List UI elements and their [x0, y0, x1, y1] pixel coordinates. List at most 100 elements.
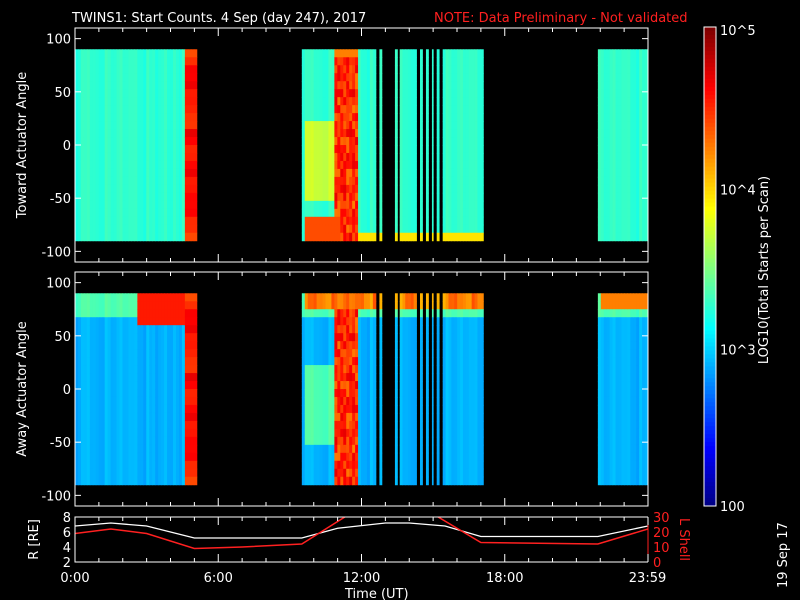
heatmap-cell: [155, 232, 159, 242]
heatmap-cell: [358, 404, 362, 414]
heatmap-cell: [149, 105, 153, 114]
heatmap-cell: [480, 381, 484, 390]
heatmap-cell: [334, 97, 338, 106]
heatmap-cell: [480, 57, 484, 66]
heatmap-cell: [190, 168, 195, 178]
heatmap-cell: [340, 341, 344, 350]
heatmap-cell: [119, 428, 124, 438]
heatmap-cell: [346, 420, 350, 430]
heatmap-cell: [372, 373, 377, 382]
heatmap-cell: [363, 349, 368, 358]
heatmap-cell: [425, 160, 429, 170]
heatmap-cell: [445, 57, 449, 66]
heatmap-cell: [358, 89, 362, 98]
heatmap-cell: [474, 389, 478, 398]
heatmap-cell: [474, 192, 478, 202]
heatmap-cell: [615, 105, 620, 114]
heatmap-cell: [346, 412, 350, 422]
heatmap-cell: [471, 389, 476, 398]
heatmap-cell: [468, 381, 473, 390]
heatmap-cell: [125, 200, 129, 210]
heatmap-cell: [331, 428, 335, 438]
heatmap-cell: [75, 208, 79, 218]
heatmap-cell: [343, 145, 347, 154]
heatmap-cell: [448, 396, 452, 406]
heatmap-cell: [167, 365, 171, 374]
heatmap-cell: [155, 349, 159, 358]
heatmap-cell: [175, 309, 180, 318]
heatmap-cell: [363, 404, 368, 414]
heatmap-cell: [597, 412, 602, 422]
heatmap-cell: [352, 428, 356, 438]
heatmap-cell: [95, 389, 100, 398]
heatmap-cell: [477, 89, 481, 98]
heatmap-cell: [193, 137, 198, 146]
heatmap-cell: [146, 373, 150, 382]
panel-away: 100500-50-100Away Actuator Angle: [15, 271, 649, 507]
heatmap-cell: [167, 317, 171, 326]
heatmap-cell: [137, 49, 141, 58]
heatmap-cell: [119, 444, 124, 454]
heatmap-cell: [193, 468, 198, 478]
heatmap-cell: [98, 137, 103, 146]
heatmap-cell: [193, 373, 198, 382]
heatmap-cell: [627, 160, 631, 170]
heatmap-cell: [442, 317, 447, 326]
heatmap-cell: [301, 357, 306, 366]
heatmap-cell: [187, 137, 192, 146]
heatmap-cell: [474, 121, 478, 130]
heatmap-cell: [621, 152, 625, 162]
heatmap-cell: [340, 89, 344, 98]
heatmap-cell: [184, 232, 189, 242]
heatmap-cell: [167, 192, 171, 202]
heatmap-cell: [627, 65, 631, 74]
heatmap-cell: [337, 137, 341, 146]
heatmap-cell: [113, 293, 118, 302]
heatmap-cell: [352, 152, 356, 162]
heatmap-cell: [474, 89, 478, 98]
heatmap-cell: [358, 168, 362, 178]
heatmap-cell: [173, 137, 177, 146]
heatmap-cell: [152, 113, 156, 122]
heatmap-cell: [175, 444, 180, 454]
heatmap-cell: [134, 301, 138, 310]
heatmap-cell: [178, 129, 183, 138]
heatmap-cell: [639, 89, 643, 98]
heatmap-cell: [175, 420, 180, 430]
heatmap-cell: [468, 152, 473, 162]
heatmap-cell: [366, 57, 371, 66]
heatmap-cell: [181, 129, 186, 138]
heatmap-cell: [630, 200, 634, 210]
heatmap-cell: [75, 200, 79, 210]
heatmap-cell: [457, 224, 461, 234]
heatmap-cell: [597, 97, 602, 106]
heatmap-cell: [152, 381, 156, 390]
heatmap-cell: [128, 412, 132, 422]
heatmap-cell: [471, 176, 476, 186]
heatmap-cell: [465, 208, 470, 218]
heatmap-cell: [167, 476, 171, 486]
heatmap-cell: [89, 184, 94, 194]
heatmap-cell: [331, 436, 335, 446]
heatmap-cell: [352, 460, 356, 470]
heatmap-cell: [310, 57, 315, 66]
heatmap-cell: [116, 468, 121, 478]
heatmap-cell: [125, 412, 129, 422]
heatmap-cell: [307, 341, 312, 350]
heatmap-cell: [137, 325, 141, 334]
heatmap-cell: [161, 57, 165, 66]
heatmap-cell: [158, 309, 162, 318]
heatmap-cell: [340, 468, 344, 478]
heatmap-cell: [366, 365, 371, 374]
heatmap-cell: [161, 184, 165, 194]
heatmap-cell: [113, 476, 118, 486]
heatmap-cell: [170, 301, 174, 310]
heatmap-cell: [181, 428, 186, 438]
heatmap-cell: [358, 121, 362, 130]
heatmap-cell: [152, 65, 156, 74]
heatmap-cell: [89, 349, 94, 358]
heatmap-cell: [425, 365, 429, 374]
heatmap-cell: [334, 389, 338, 398]
heatmap-cell: [113, 412, 118, 422]
heatmap-cell: [465, 97, 470, 106]
